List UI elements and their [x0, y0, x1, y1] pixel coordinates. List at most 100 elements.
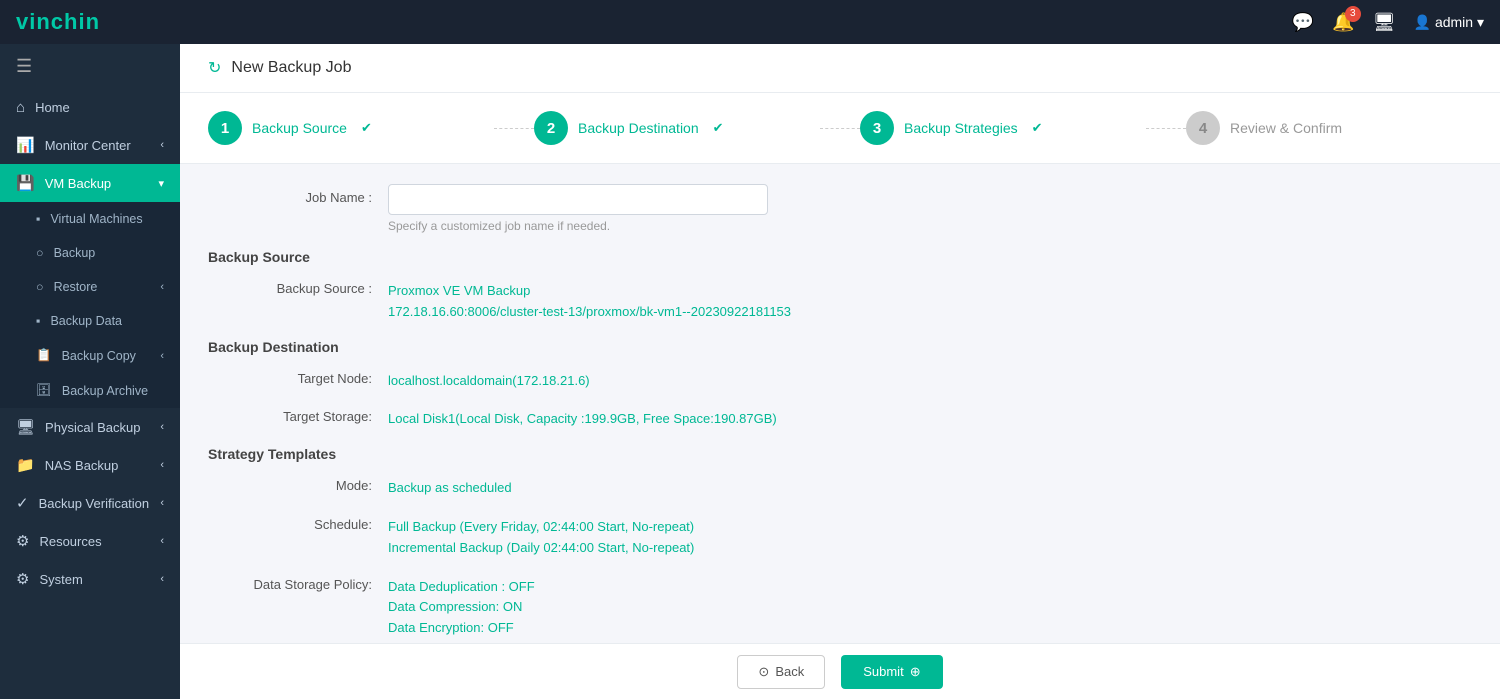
logo: vinchin	[16, 9, 100, 35]
sidebar-sub-vm-backup: ▪ Virtual Machines ○ Backup ○ Restore ‹ …	[0, 202, 180, 408]
data-storage-value: Data Deduplication : OFF Data Compressio…	[388, 571, 1472, 639]
sidebar-item-backup-data[interactable]: ▪ Backup Data	[0, 304, 180, 338]
step-2-circle: 2	[534, 111, 568, 145]
chevron-restore-icon: ‹	[160, 281, 164, 293]
backup-data-icon: ▪	[36, 314, 40, 328]
sidebar-item-virtual-machines[interactable]: ▪ Virtual Machines	[0, 202, 180, 236]
submit-plus-icon: ⊕	[910, 664, 921, 680]
sidebar-item-system[interactable]: ⚙ System ‹	[0, 560, 180, 598]
chevron-physical-icon: ‹	[160, 421, 164, 433]
step-1: 1 Backup Source ✔	[208, 111, 494, 145]
sidebar-label-system: System	[39, 572, 82, 587]
notification-badge: 3	[1345, 6, 1361, 22]
backup-source-line1: Proxmox VE VM Backup	[388, 281, 1472, 302]
chevron-system-icon: ‹	[160, 573, 164, 585]
sidebar-label-home: Home	[35, 100, 70, 115]
sidebar-item-backup-verification[interactable]: ✓ Backup Verification ‹	[0, 484, 180, 522]
sidebar-toggle[interactable]: ☰	[0, 44, 180, 89]
backup-source-value: Proxmox VE VM Backup 172.18.16.60:8006/c…	[388, 275, 1472, 323]
logo-v: vin	[16, 9, 51, 34]
job-name-input[interactable]: Proxmox VE Backup2	[388, 184, 768, 215]
step-divider-3	[1146, 128, 1186, 129]
backup-copy-icon: 📋	[36, 348, 52, 363]
back-button[interactable]: ⊙ Back	[737, 655, 825, 689]
chevron-vm-backup-icon: ▾	[158, 177, 164, 190]
step-1-label: Backup Source	[252, 120, 347, 136]
chat-icon[interactable]: 💬	[1292, 12, 1314, 33]
sidebar-item-backup[interactable]: ○ Backup	[0, 236, 180, 270]
target-storage-label: Target Storage:	[208, 403, 388, 424]
content-area: ↻ New Backup Job 1 Backup Source ✔ 2 Bac…	[180, 44, 1500, 699]
notification-icon[interactable]: 🔔 3	[1332, 12, 1354, 33]
new-backup-icon: ↻	[208, 58, 221, 78]
monitor-center-icon: 📊	[16, 136, 35, 154]
virtual-machines-icon: ▪	[36, 212, 40, 226]
resources-icon: ⚙	[16, 532, 29, 550]
sidebar-label-vm-backup: VM Backup	[45, 176, 111, 191]
physical-backup-icon: 🖥	[16, 418, 35, 436]
data-storage-row: Data Storage Policy: Data Deduplication …	[208, 571, 1472, 639]
step-1-check: ✔	[361, 120, 372, 136]
sidebar-item-resources[interactable]: ⚙ Resources ‹	[0, 522, 180, 560]
vm-backup-icon: 💾	[16, 174, 35, 192]
submit-button[interactable]: Submit ⊕	[841, 655, 942, 689]
topbar: vinchin 💬 🔔 3 🖥 👤 admin ▾	[0, 0, 1500, 44]
chevron-monitor-icon: ‹	[160, 139, 164, 151]
nas-backup-icon: 📁	[16, 456, 35, 474]
page-title: New Backup Job	[231, 59, 351, 77]
step-1-circle: 1	[208, 111, 242, 145]
page-header: ↻ New Backup Job	[180, 44, 1500, 93]
job-name-row: Job Name : Proxmox VE Backup2 Specify a …	[208, 184, 1472, 233]
target-storage-row: Target Storage: Local Disk1(Local Disk, …	[208, 403, 1472, 430]
job-name-label: Job Name :	[208, 184, 388, 205]
job-name-hint: Specify a customized job name if needed.	[388, 219, 1472, 233]
step-3-check: ✔	[1032, 120, 1043, 136]
main-layout: ☰ ⌂ Home 📊 Monitor Center ‹ 💾 VM Backup …	[0, 44, 1500, 699]
restore-icon: ○	[36, 280, 44, 294]
step-4-label: Review & Confirm	[1230, 120, 1342, 136]
schedule-value: Full Backup (Every Friday, 02:44:00 Star…	[388, 511, 1472, 559]
target-node-label: Target Node:	[208, 365, 388, 386]
back-circle-icon: ⊙	[758, 664, 769, 680]
backup-destination-section-title: Backup Destination	[208, 339, 1472, 355]
backup-icon: ○	[36, 246, 44, 260]
strategy-templates-section-title: Strategy Templates	[208, 446, 1472, 462]
step-divider-1	[494, 128, 534, 129]
step-2: 2 Backup Destination ✔	[534, 111, 820, 145]
sidebar: ☰ ⌂ Home 📊 Monitor Center ‹ 💾 VM Backup …	[0, 44, 180, 699]
job-name-input-wrapper: Proxmox VE Backup2 Specify a customized …	[388, 184, 1472, 233]
sidebar-item-home[interactable]: ⌂ Home	[0, 89, 180, 126]
backup-archive-icon: 🗄	[36, 383, 52, 398]
data-storage-line1: Data Deduplication : OFF	[388, 577, 1472, 598]
sidebar-label-monitor-center: Monitor Center	[45, 138, 131, 153]
step-3: 3 Backup Strategies ✔	[860, 111, 1146, 145]
step-3-label: Backup Strategies	[904, 120, 1018, 136]
bottom-bar: ⊙ Back Submit ⊕	[180, 643, 1500, 699]
sidebar-item-backup-archive[interactable]: 🗄 Backup Archive	[0, 373, 180, 408]
sidebar-item-backup-copy[interactable]: 📋 Backup Copy ‹	[0, 338, 180, 373]
sidebar-item-vm-backup[interactable]: 💾 VM Backup ▾	[0, 164, 180, 202]
schedule-line1: Full Backup (Every Friday, 02:44:00 Star…	[388, 517, 1472, 538]
monitor-icon[interactable]: 🖥	[1373, 12, 1396, 33]
mode-label: Mode:	[208, 472, 388, 493]
sidebar-item-nas-backup[interactable]: 📁 NAS Backup ‹	[0, 446, 180, 484]
sidebar-label-physical-backup: Physical Backup	[45, 420, 140, 435]
backup-verification-icon: ✓	[16, 494, 29, 512]
mode-row: Mode: Backup as scheduled	[208, 472, 1472, 499]
schedule-line2: Incremental Backup (Daily 02:44:00 Start…	[388, 538, 1472, 559]
target-storage-value: Local Disk1(Local Disk, Capacity :199.9G…	[388, 403, 1472, 430]
sidebar-item-physical-backup[interactable]: 🖥 Physical Backup ‹	[0, 408, 180, 446]
schedule-label: Schedule:	[208, 511, 388, 532]
mode-value: Backup as scheduled	[388, 472, 1472, 499]
sidebar-item-restore[interactable]: ○ Restore ‹	[0, 270, 180, 304]
backup-source-row: Backup Source : Proxmox VE VM Backup 172…	[208, 275, 1472, 323]
home-icon: ⌂	[16, 99, 25, 116]
sidebar-label-nas-backup: NAS Backup	[45, 458, 119, 473]
submit-label: Submit	[863, 664, 903, 679]
backup-source-line2: 172.18.16.60:8006/cluster-test-13/proxmo…	[388, 302, 1472, 323]
target-node-row: Target Node: localhost.localdomain(172.1…	[208, 365, 1472, 392]
chevron-backup-copy-icon: ‹	[160, 350, 164, 362]
target-node-value: localhost.localdomain(172.18.21.6)	[388, 365, 1472, 392]
sidebar-item-monitor-center[interactable]: 📊 Monitor Center ‹	[0, 126, 180, 164]
user-menu[interactable]: 👤 admin ▾	[1414, 14, 1484, 31]
